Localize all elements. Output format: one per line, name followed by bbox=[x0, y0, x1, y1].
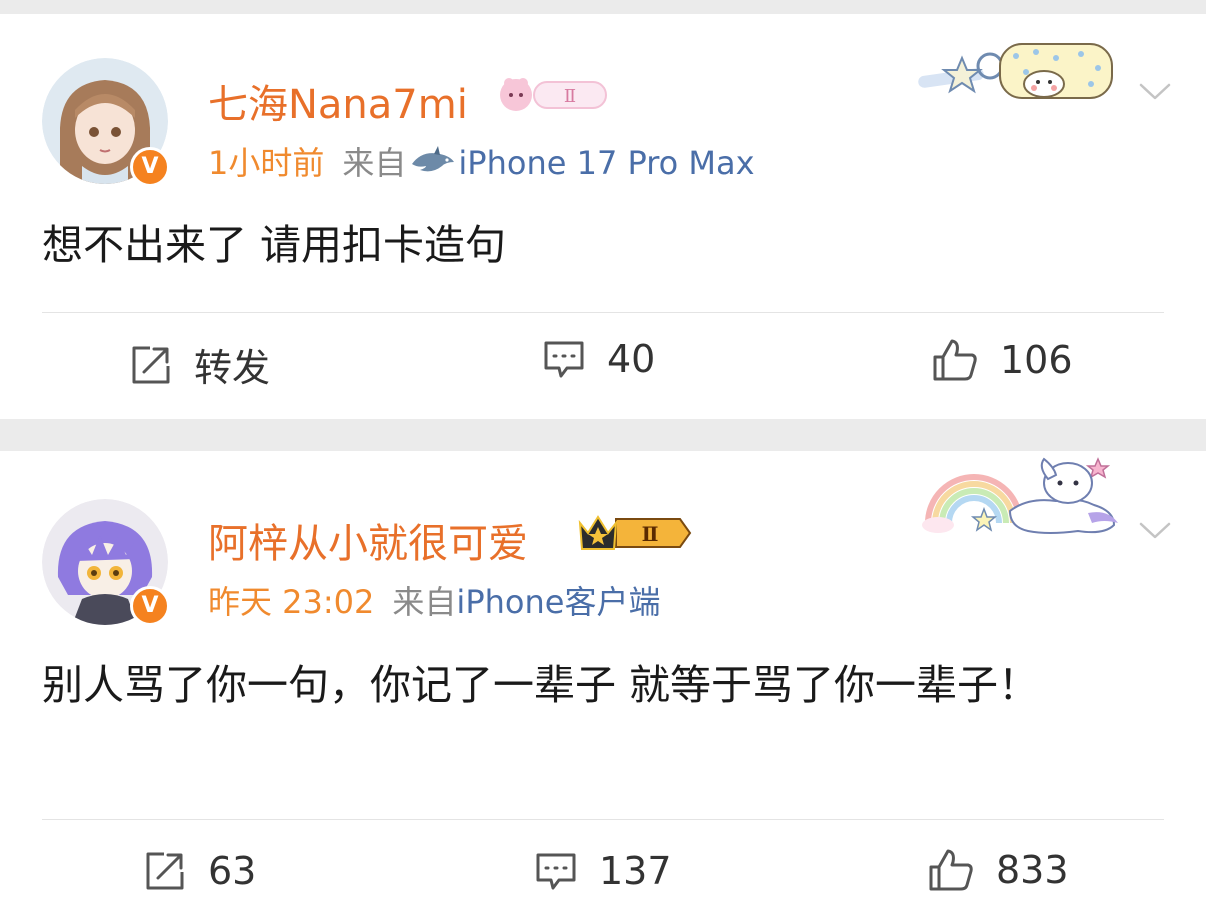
source-prefix: 来自 bbox=[342, 144, 407, 182]
dolphin-icon bbox=[412, 146, 455, 172]
chevron-down-icon[interactable] bbox=[1138, 74, 1172, 108]
svg-text:Ⅱ: Ⅱ bbox=[642, 522, 659, 546]
author-name[interactable]: 七海Nana7mi bbox=[208, 72, 468, 130]
like-count: 106 bbox=[1000, 338, 1073, 382]
post-meta: 昨天 23:02 来自iPhone客户端 bbox=[208, 577, 660, 623]
verified-badge: V bbox=[130, 147, 170, 187]
like-button[interactable]: 106 bbox=[932, 337, 1073, 383]
post-content: 别人骂了你一句，你记了一辈子 就等于骂了你一辈子！ bbox=[42, 661, 1040, 709]
member-badge: Ⅱ bbox=[576, 511, 694, 559]
comment-button[interactable]: 40 bbox=[543, 337, 655, 381]
like-icon bbox=[933, 339, 977, 381]
divider bbox=[42, 819, 1164, 820]
chevron-down-icon[interactable] bbox=[1138, 513, 1172, 547]
repost-label: 转发 bbox=[194, 346, 271, 390]
repost-button[interactable]: 转发 bbox=[130, 337, 270, 392]
repost-icon bbox=[132, 346, 170, 383]
post-content: 想不出来了 请用扣卡造句 bbox=[42, 221, 507, 269]
comment-icon bbox=[536, 853, 576, 890]
device-link[interactable]: iPhone 17 Pro Max bbox=[458, 144, 754, 182]
svg-text:Ⅱ: Ⅱ bbox=[564, 86, 576, 107]
post-time: 1小时前 bbox=[208, 144, 325, 182]
repost-button[interactable]: 63 bbox=[144, 849, 256, 893]
member-badge: Ⅱ bbox=[494, 74, 610, 120]
source-prefix: 来自 bbox=[392, 583, 457, 621]
divider bbox=[42, 312, 1164, 313]
verified-badge: V bbox=[130, 586, 170, 626]
post-card: V 七海Nana7mi Ⅱ 1小时前来自 iPhone 17 Pro Max bbox=[0, 14, 1206, 419]
comment-count: 137 bbox=[599, 849, 672, 893]
device-link[interactable]: iPhone客户端 bbox=[456, 583, 660, 621]
like-button[interactable]: 833 bbox=[928, 847, 1069, 893]
sticker-decoration bbox=[918, 43, 1113, 99]
author-name[interactable]: 阿梓从小就很可爱 bbox=[208, 511, 528, 569]
post-meta: 1小时前 来自 iPhone 17 Pro Max bbox=[208, 138, 755, 184]
post-time: 昨天 23:02 bbox=[208, 583, 375, 621]
sticker-decoration bbox=[922, 457, 1118, 534]
comment-button[interactable]: 137 bbox=[535, 849, 672, 893]
post-card: V 阿梓从小就很可爱 Ⅱ 昨天 23:02 来自iPhone客户端 别人骂了你一句… bbox=[0, 451, 1206, 923]
like-icon bbox=[929, 849, 973, 891]
repost-count: 63 bbox=[208, 849, 257, 893]
like-count: 833 bbox=[996, 848, 1069, 892]
comment-icon bbox=[544, 341, 584, 378]
repost-icon bbox=[146, 852, 184, 890]
comment-count: 40 bbox=[607, 337, 656, 381]
